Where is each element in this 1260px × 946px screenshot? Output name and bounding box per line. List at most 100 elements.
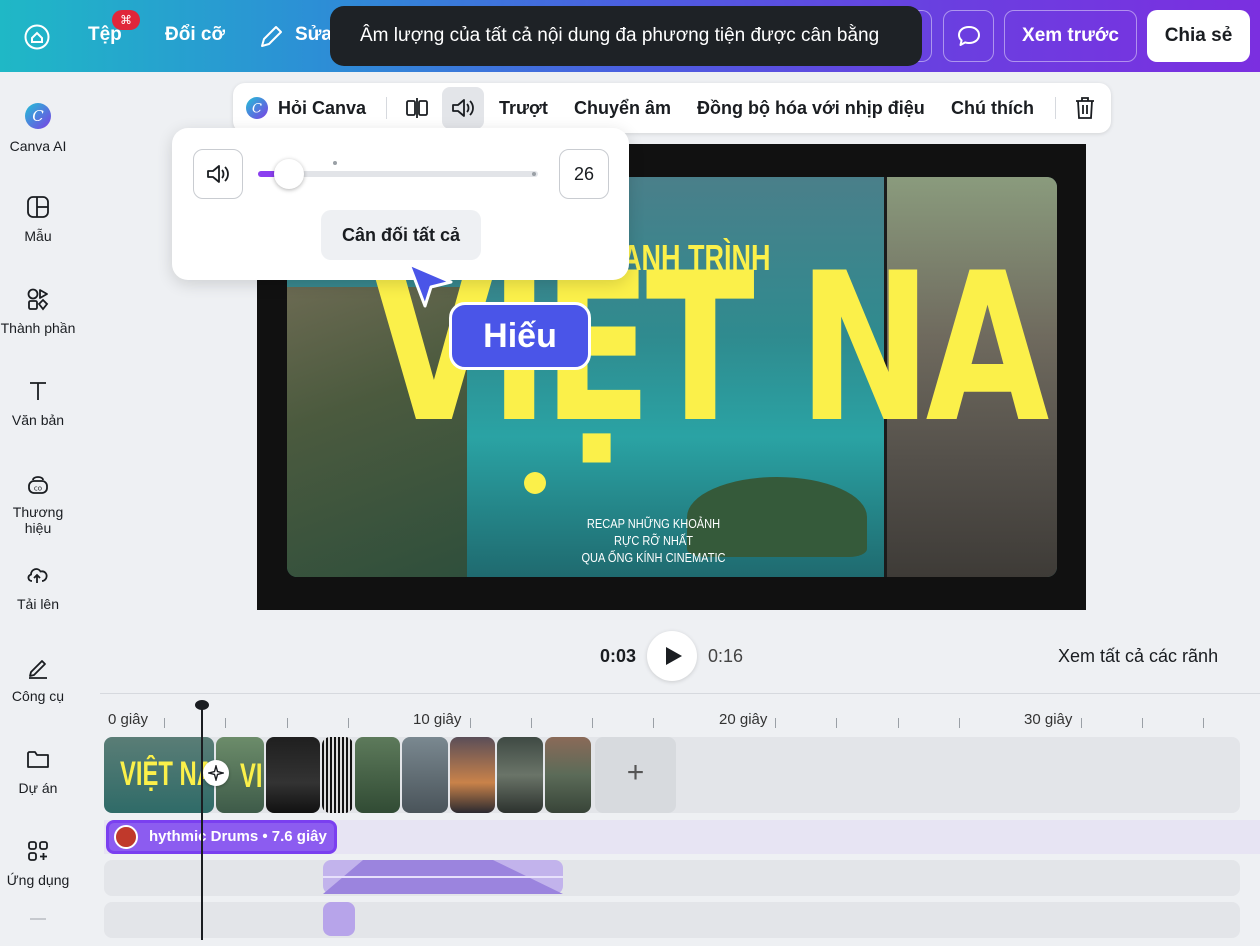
- sidebar-item-upload[interactable]: Tải lên: [0, 562, 76, 612]
- preview-button[interactable]: Xem trước: [1004, 10, 1137, 62]
- volume-popover: 26 Cân đối tất cả: [172, 128, 629, 280]
- sidebar-item-apps[interactable]: Ứng dụng: [0, 838, 76, 888]
- mute-button[interactable]: [193, 149, 243, 199]
- ruler-tick: [836, 718, 837, 728]
- sidebar-item-canva-ai[interactable]: C Canva AI: [0, 102, 76, 154]
- brand-icon: co: [28, 476, 48, 494]
- transition-sparkle-icon: [208, 765, 224, 781]
- sidebar-item-templates[interactable]: Mẫu: [0, 194, 76, 244]
- add-clip-button[interactable]: +: [595, 737, 676, 813]
- see-all-tracks-link[interactable]: Xem tất cả các rãnh: [1058, 646, 1218, 667]
- current-time: 0:03: [600, 646, 637, 666]
- ruler-tick: [1203, 718, 1204, 728]
- ruler-label-20: 20 giây: [719, 711, 768, 728]
- upload-icon: [27, 568, 48, 583]
- video-clip[interactable]: [402, 737, 448, 813]
- toast-notification: Âm lượng của tất cả nội dung đa phương t…: [330, 6, 922, 66]
- speaker-icon: [207, 165, 229, 183]
- resize-menu[interactable]: Đổi cỡ: [165, 24, 225, 46]
- audio-clip-3[interactable]: [323, 902, 355, 936]
- balance-all-button[interactable]: Cân đối tất cả: [321, 210, 481, 260]
- svg-text:C: C: [32, 107, 44, 125]
- collaborator-name-tag: Hiếu: [449, 302, 591, 370]
- play-button[interactable]: [647, 631, 697, 681]
- ask-canva-button[interactable]: Hỏi Canva: [278, 98, 366, 119]
- volume-button[interactable]: [442, 87, 484, 129]
- volume-slider-knob[interactable]: [274, 159, 304, 189]
- transcribe-button[interactable]: Chuyển âm: [574, 98, 671, 119]
- ruler-tick: [348, 718, 349, 728]
- sync-beat-button[interactable]: Đồng bộ hóa với nhịp điệu: [697, 98, 925, 119]
- pencil-icon[interactable]: [258, 24, 284, 50]
- ruler-tick: [287, 718, 288, 728]
- context-toolbar: C Hỏi Canva Trượt Chuyển âm Đồng bộ hóa …: [233, 83, 1111, 133]
- elements-icon: [27, 288, 49, 311]
- ruler-label-30: 30 giây: [1024, 711, 1073, 728]
- sidebar-item-projects[interactable]: Dự án: [0, 746, 76, 796]
- play-icon: [666, 647, 682, 665]
- video-clip[interactable]: [322, 737, 353, 813]
- transition-button[interactable]: [203, 760, 229, 786]
- toolbar-separator: [1055, 97, 1056, 119]
- caption-button[interactable]: Chú thích: [951, 98, 1034, 119]
- ruler-tick: [959, 718, 960, 728]
- audio-track-2[interactable]: [104, 860, 1240, 896]
- apps-icon: [28, 841, 48, 861]
- canva-ai-icon: C: [25, 103, 51, 129]
- sidebar-label: Công cụ: [11, 688, 65, 704]
- template-icon: [27, 196, 49, 218]
- playhead-handle[interactable]: [195, 700, 209, 710]
- share-button[interactable]: Chia sẻ: [1147, 10, 1250, 62]
- video-clip-title[interactable]: VIỆT NA: [104, 737, 214, 813]
- video-clip[interactable]: [545, 737, 591, 813]
- playhead[interactable]: [201, 704, 203, 940]
- sidebar-item-brand[interactable]: co Thương hiệu: [0, 470, 76, 536]
- speaker-icon: [452, 99, 474, 117]
- sidebar-label: Ứng dụng: [6, 872, 70, 888]
- timeline-top-border: [100, 693, 1260, 694]
- audio-clip-rhythmic-drums[interactable]: hythmic Drums • 7.6 giây: [106, 820, 337, 854]
- comment-icon: [957, 26, 980, 46]
- slide-button[interactable]: Trượt: [499, 98, 548, 119]
- sidebar-label: Thành phần: [0, 320, 76, 336]
- video-clip[interactable]: [266, 737, 320, 813]
- svg-text:C: C: [252, 102, 262, 117]
- waveform-shape: [323, 860, 563, 894]
- ruler-tick: [898, 718, 899, 728]
- home-icon[interactable]: [24, 24, 50, 50]
- sidebar-label: Dự án: [18, 780, 58, 796]
- trash-icon[interactable]: [1073, 95, 1097, 121]
- video-clip[interactable]: [355, 737, 400, 813]
- slider-end-marker: [532, 172, 536, 176]
- video-clip[interactable]: [450, 737, 495, 813]
- clip-thumbnail-text: VI: [240, 757, 263, 795]
- sidebar-label: Canva AI: [9, 138, 67, 154]
- sidebar-label: Văn bản: [11, 412, 65, 428]
- sidebar-label: Thương hiệu: [12, 504, 64, 536]
- edit-menu[interactable]: Sửa: [295, 24, 332, 46]
- audio-track-3[interactable]: [104, 902, 1240, 938]
- audio-clip-2[interactable]: [323, 860, 563, 894]
- ruler-label-0: 0 giây: [108, 711, 149, 728]
- svg-text:co: co: [34, 485, 42, 493]
- clip-thumbnail-text: VIỆT NA: [120, 755, 214, 793]
- sidebar-divider: [30, 918, 46, 920]
- tools-icon: [29, 660, 47, 679]
- split-icon[interactable]: [404, 96, 430, 120]
- sidebar-item-text[interactable]: Văn bản: [0, 378, 76, 428]
- sidebar-item-elements[interactable]: Thành phần: [0, 286, 76, 336]
- video-clip[interactable]: [497, 737, 543, 813]
- ruler-tick: [531, 718, 532, 728]
- recap-line-2: QUA ỐNG KÍNH CINEMATIC: [581, 550, 726, 565]
- canva-ai-icon[interactable]: C: [245, 96, 269, 120]
- sidebar-item-tools[interactable]: Công cụ: [0, 654, 76, 704]
- volume-value-input[interactable]: 26: [559, 149, 609, 199]
- sidebar-label: Mẫu: [24, 228, 52, 244]
- comment-button[interactable]: [943, 10, 994, 62]
- file-badge: ⌘: [112, 10, 140, 30]
- yellow-dot-element: [524, 472, 546, 494]
- ruler-tick: [470, 718, 471, 728]
- ruler-tick: [164, 718, 165, 728]
- folder-icon: [27, 751, 49, 768]
- ruler-label-10: 10 giây: [413, 711, 462, 728]
